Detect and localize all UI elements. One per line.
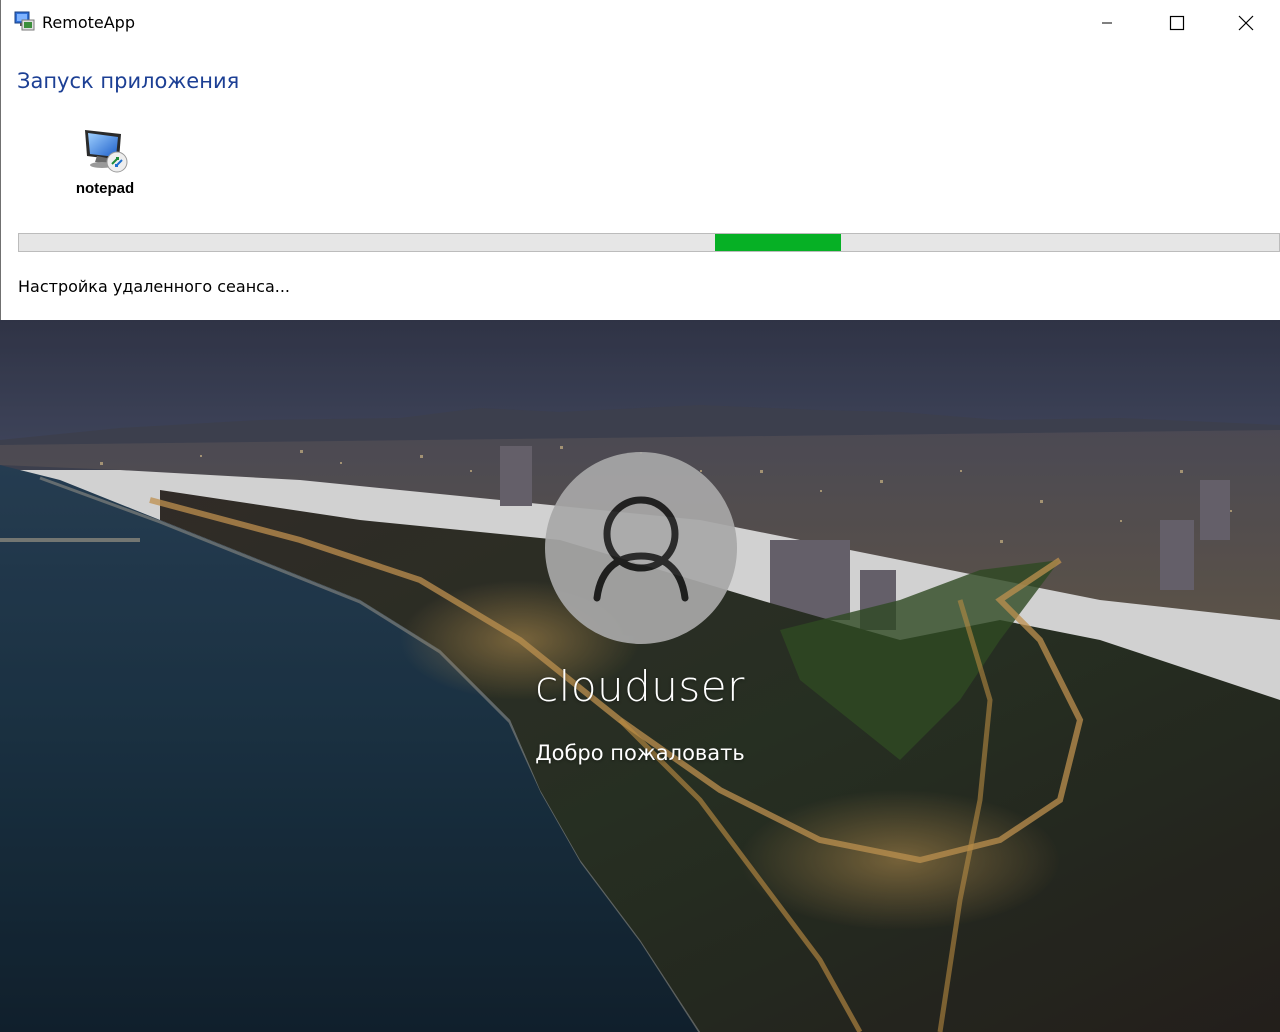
progress-marquee-segment xyxy=(715,234,841,251)
app-tile-label: notepad xyxy=(75,180,135,197)
close-button[interactable] xyxy=(1211,0,1280,46)
app-tile-notepad: notepad xyxy=(63,124,147,200)
window-titlebar[interactable]: RemoteApp xyxy=(1,0,1280,46)
minimize-icon xyxy=(1102,22,1112,24)
launch-heading: Запуск приложения xyxy=(17,69,240,93)
screen: clouduser Добро пожаловать RemoteApp Зап… xyxy=(0,0,1280,1032)
remote-desktop-monitor-icon xyxy=(85,130,128,173)
user-avatar-icon xyxy=(593,496,689,602)
login-welcome-text: Добро пожаловать xyxy=(535,741,745,765)
maximize-icon xyxy=(1169,15,1185,31)
window-title: RemoteApp xyxy=(42,13,135,32)
launch-progress-bar xyxy=(18,233,1280,252)
user-avatar xyxy=(545,452,737,644)
launch-status-text: Настройка удаленного сеанса... xyxy=(18,277,291,296)
login-username: clouduser xyxy=(535,662,745,711)
remoteapp-window: RemoteApp Запуск приложения notepad Наст… xyxy=(0,0,1280,320)
remoteapp-app-icon xyxy=(14,11,35,31)
minimize-button[interactable] xyxy=(1072,0,1142,46)
close-icon xyxy=(1238,15,1254,31)
maximize-button[interactable] xyxy=(1142,0,1212,46)
